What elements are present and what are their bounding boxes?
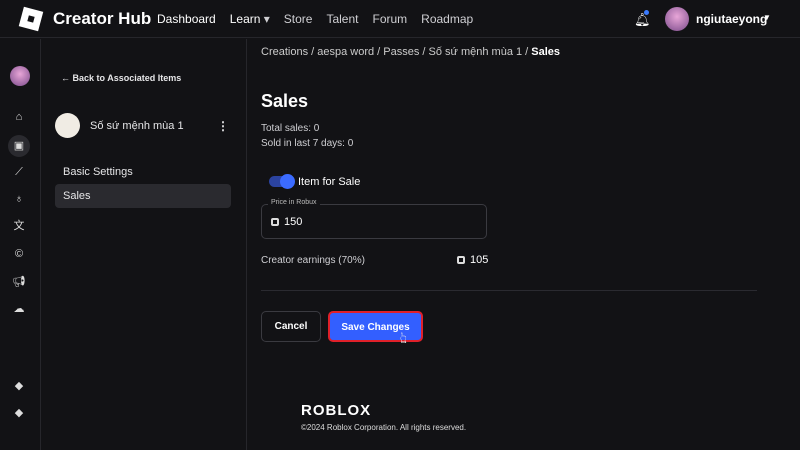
nav-talent[interactable]: Talent	[326, 12, 358, 26]
sold-last-7-days: Sold in last 7 days: 0	[261, 138, 354, 149]
monetization-icon[interactable]: ♁	[10, 190, 28, 208]
analytics-icon[interactable]: ⟋	[10, 163, 28, 181]
item-name: Số sứ mệnh mùa 1	[90, 120, 184, 132]
back-link[interactable]: ← Back to Associated Items	[61, 73, 181, 83]
sidebar-item-sales[interactable]: Sales	[55, 184, 231, 208]
nav-store[interactable]: Store	[284, 12, 313, 26]
cloud-icon[interactable]: ☁	[10, 300, 28, 318]
hand-cursor-icon: 👆︎	[400, 330, 407, 347]
crumb-item[interactable]: Số sứ mệnh mùa 1	[429, 46, 523, 58]
divider	[261, 290, 757, 291]
nav-learn[interactable]: Learn ▾	[230, 12, 270, 26]
nav-forum[interactable]: Forum	[373, 12, 408, 26]
price-value: 150	[284, 216, 303, 228]
translate-icon[interactable]: 文	[10, 217, 28, 235]
creations-icon[interactable]: ▣	[8, 135, 30, 157]
nav-roadmap[interactable]: Roadmap	[421, 12, 473, 26]
ads-icon[interactable]: 📢︎	[10, 273, 28, 291]
toggle-label: Item for Sale	[298, 176, 361, 188]
sidebar-item-basic-settings[interactable]: Basic Settings	[55, 160, 231, 184]
save-changes-button[interactable]: Save Changes	[328, 311, 423, 342]
back-label: Back to Associated Items	[72, 73, 182, 83]
brand-title[interactable]: Creator Hub	[53, 9, 151, 29]
breadcrumb: Creations / aespa word / Passes / Số sứ …	[261, 46, 561, 58]
icon-rail: ⌂ ▣ ⟋ ♁ 文 © 📢︎ ☁ ◆ ◆	[0, 39, 41, 450]
roblox-icon[interactable]: ◆	[10, 404, 28, 422]
home-icon[interactable]: ⌂	[10, 108, 28, 126]
earnings-value: 105	[470, 254, 489, 266]
crumb-creations[interactable]: Creations	[261, 46, 308, 58]
crumb-experience[interactable]: aespa word	[317, 46, 374, 58]
earnings-label: Creator earnings (70%)	[261, 255, 365, 266]
roblox-footer-logo: ROBLOX	[301, 402, 372, 419]
top-bar: Creator Hub Dashboard Learn ▾ Store Tale…	[0, 0, 800, 38]
more-options-icon[interactable]: ⋮	[217, 119, 229, 133]
item-sidebar: ← Back to Associated Items Số sứ mệnh mù…	[41, 39, 247, 450]
crumb-passes[interactable]: Passes	[383, 46, 419, 58]
nav-dashboard[interactable]: Dashboard	[157, 12, 216, 26]
roblox-logo-icon[interactable]	[18, 6, 44, 32]
page-title: Sales	[261, 91, 309, 111]
nav-learn-label: Learn	[229, 12, 261, 26]
notification-dot	[644, 10, 649, 15]
price-input[interactable]: Price in Robux 150	[261, 199, 487, 239]
main-nav: Dashboard Learn ▾ Store Talent Forum Roa…	[157, 12, 473, 26]
robux-icon	[457, 256, 465, 264]
robux-icon	[271, 218, 279, 226]
copyright-icon[interactable]: ©	[10, 245, 28, 263]
chevron-down-icon[interactable]: ▼	[763, 13, 771, 22]
price-label: Price in Robux	[268, 199, 320, 206]
crumb-sales: Sales	[531, 46, 561, 58]
total-sales: Total sales: 0	[261, 123, 320, 134]
item-for-sale-toggle[interactable]	[269, 174, 295, 189]
cancel-button[interactable]: Cancel	[261, 311, 321, 342]
roblox-studio-icon[interactable]: ◆	[10, 377, 28, 395]
username[interactable]: ngiutaeyong	[696, 12, 767, 26]
avatar[interactable]	[665, 7, 689, 31]
item-thumbnail	[55, 113, 80, 138]
copyright-text: ©2024 Roblox Corporation. All rights res…	[301, 423, 467, 432]
rail-avatar[interactable]	[10, 66, 30, 86]
